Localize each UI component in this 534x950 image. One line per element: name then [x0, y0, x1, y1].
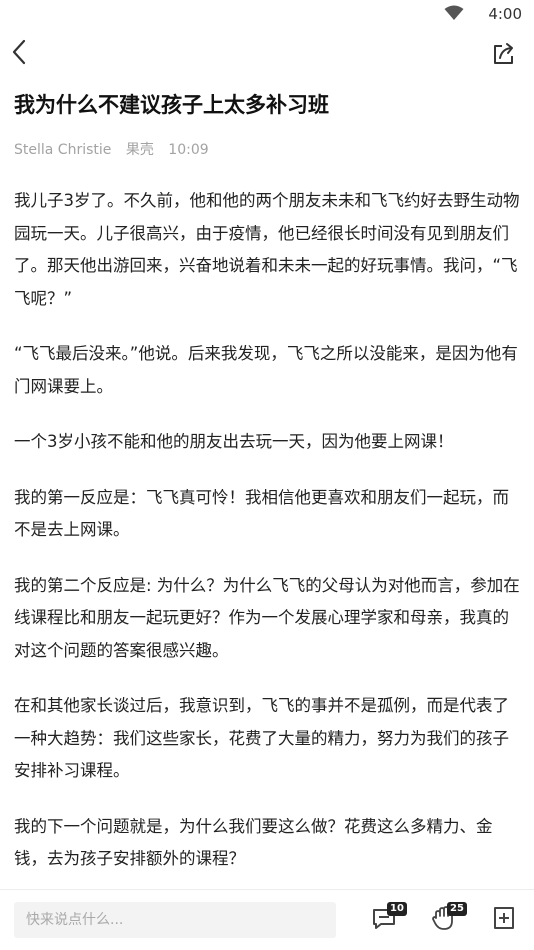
- top-toolbar: [0, 36, 534, 72]
- comment-count-badge: 10: [387, 902, 407, 916]
- like-button[interactable]: 25: [430, 902, 467, 934]
- bookmark-button[interactable]: [490, 904, 520, 934]
- article-title: 我为什么不建议孩子上太多补习班: [14, 93, 329, 117]
- bottom-bar: 10 25: [0, 889, 534, 950]
- paragraph: 我的第二个反应是: 为什么？为什么飞飞的父母认为对他而言，参加在线课程比和朋友一…: [14, 575, 520, 660]
- source-name[interactable]: 果壳: [126, 142, 154, 158]
- paragraph: “飞飞最后没来。”他说。后来我发现，飞飞之所以没能来，是因为他有门网课要上。: [14, 344, 518, 396]
- like-count-badge: 25: [447, 902, 467, 916]
- paragraph: 我的第一反应是：飞飞真可怜！我相信他更喜欢和朋友们一起玩，而不是去上网课。: [14, 487, 509, 540]
- back-arrow-icon[interactable]: [8, 36, 36, 70]
- paragraph: 在和其他家长谈过后，我意识到，飞飞的事并不是孤例，而是代表了一种大趋势：我们这些…: [14, 696, 509, 780]
- status-time: 4:00: [488, 5, 522, 23]
- article-meta: Stella Christie 果壳 10:09: [14, 139, 219, 159]
- publish-time: 10:09: [168, 142, 209, 158]
- article-body: 我儿子3岁了。不久前，他和他的两个朋友未未和飞飞约好去野生动物园玩一天。儿子很高…: [14, 185, 522, 899]
- paragraph: 一个3岁小孩不能和他的朋友出去玩一天，因为他要上网课！: [14, 432, 454, 451]
- share-icon[interactable]: [490, 40, 518, 68]
- comment-button[interactable]: 10: [370, 902, 407, 934]
- comment-input[interactable]: [14, 902, 336, 938]
- wifi-icon: [444, 5, 464, 25]
- paragraph: 我的下一个问题就是，为什么我们要这么做？花费这么多精力、金钱，去为孩子安排额外的…: [14, 816, 493, 869]
- bookmark-add-icon: [494, 907, 514, 929]
- paragraph: 我儿子3岁了。不久前，他和他的两个朋友未未和飞飞约好去野生动物园玩一天。儿子很高…: [14, 191, 520, 308]
- status-bar: 4:00: [0, 0, 534, 28]
- author-name[interactable]: Stella Christie: [14, 142, 111, 158]
